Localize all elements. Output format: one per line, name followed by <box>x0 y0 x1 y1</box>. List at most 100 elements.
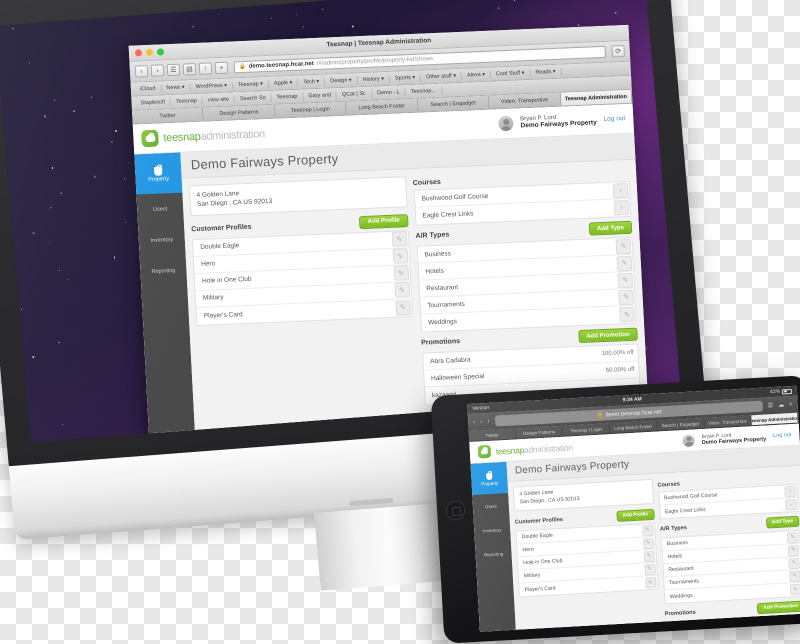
bookmark-item[interactable]: QCat | St. <box>336 89 373 99</box>
bookmark-item[interactable]: Demo - L <box>371 87 406 98</box>
reader-icon[interactable]: ▤ <box>182 63 197 76</box>
maximize-window-icon[interactable] <box>156 48 165 56</box>
edit-icon[interactable]: ✎ <box>393 265 409 282</box>
logout-link[interactable]: Log out <box>773 432 792 439</box>
list-item-label: Hero <box>522 546 534 554</box>
courses-list: Bushwood Golf Course › Eagle Crest Links… <box>657 483 799 520</box>
edit-icon[interactable]: ✎ <box>619 306 635 323</box>
add-tab-icon[interactable]: + <box>789 401 793 407</box>
edit-icon[interactable]: ✎ <box>615 238 632 254</box>
minimize-window-icon[interactable] <box>145 48 154 57</box>
sidebar-item-inventory[interactable]: Inventory <box>138 224 186 257</box>
address-card: 4 Golden Lane San Diego , CA US 92013 <box>189 176 408 217</box>
sidebar-item-label: Reporting <box>483 550 504 557</box>
brand-primary: teesnap <box>163 130 201 144</box>
forward-icon[interactable]: › <box>480 419 482 425</box>
bookmark-item[interactable]: Reads ▾ <box>530 67 562 77</box>
sidebar-item-property[interactable]: Property <box>470 462 509 495</box>
edit-icon[interactable]: ✎ <box>787 544 800 556</box>
bookmark-item[interactable]: WordPress ▾ <box>190 80 234 91</box>
icloud-tabs-icon[interactable]: ☁ <box>778 401 784 408</box>
edit-icon[interactable]: ✎ <box>644 576 657 589</box>
content-columns: 4 Golden Lane San Diego , CA US 92013 Cu… <box>182 160 649 423</box>
edit-icon[interactable]: ✎ <box>618 289 635 305</box>
add-type-button[interactable]: Add Type <box>588 220 633 236</box>
share-icon[interactable]: ↑ <box>198 62 213 75</box>
chevron-right-icon[interactable]: › <box>784 485 796 498</box>
forward-icon[interactable]: › <box>150 64 165 77</box>
bookmark-item[interactable]: History ▾ <box>357 74 391 84</box>
window-traffic-lights[interactable] <box>134 48 165 57</box>
close-window-icon[interactable] <box>134 49 143 57</box>
sidebar-item-label: Users <box>152 205 168 213</box>
sidebar-icon[interactable]: ☰ <box>768 402 774 409</box>
bookmark-item[interactable]: view site <box>202 94 236 105</box>
bookmark-item[interactable]: Teesnap... <box>405 86 443 96</box>
share-icon[interactable]: ↑ <box>487 418 490 424</box>
edit-icon[interactable]: ✎ <box>391 231 408 248</box>
bookmark-item[interactable]: Teesnap <box>170 96 204 106</box>
add-profile-button[interactable]: Add Profile <box>616 508 655 523</box>
chevron-right-icon[interactable]: › <box>612 182 629 199</box>
bookmark-item[interactable]: News ▾ <box>161 82 191 92</box>
edit-icon[interactable]: ✎ <box>394 299 411 316</box>
customer-profiles-list: Double Eagle ✎ Hero ✎ Hole in One Club ✎… <box>515 522 659 598</box>
sidebar-item-inventory[interactable]: Inventory <box>474 517 511 543</box>
chevron-right-icon[interactable]: › <box>613 199 630 216</box>
sidebar-item-label: Property <box>148 176 170 184</box>
add-type-button[interactable]: Add Type <box>765 515 800 529</box>
edit-icon[interactable]: ✎ <box>616 255 633 271</box>
bookmark-item[interactable]: Sports ▾ <box>389 73 422 83</box>
sidebar-icon[interactable]: ☰ <box>166 63 181 77</box>
sidebar-item-reporting[interactable]: Reporting <box>475 541 512 567</box>
sidebar-item-users[interactable]: Users <box>472 493 509 519</box>
bookmark-item[interactable]: Alexa ▾ <box>461 70 492 80</box>
bookmark-item[interactable]: Tech ▾ <box>298 77 326 87</box>
section-title: Courses <box>412 178 441 187</box>
edit-icon[interactable]: ✎ <box>641 524 654 537</box>
add-tab-icon[interactable]: + <box>214 61 229 75</box>
sidebar-item-label: Inventory <box>150 236 174 244</box>
bookmark-item[interactable]: Apple ▾ <box>268 78 299 88</box>
edit-icon[interactable]: ✎ <box>788 557 800 569</box>
edit-icon[interactable]: ✎ <box>643 550 655 563</box>
add-promotion-button[interactable]: Add Promotion <box>577 327 638 344</box>
bookmark-item[interactable]: Gary and <box>303 90 338 100</box>
bookmark-item[interactable]: Search So <box>234 93 272 103</box>
back-icon[interactable]: ‹ <box>134 65 149 78</box>
sidebar-item-users[interactable]: Users <box>136 193 184 226</box>
bookmark-item[interactable]: Teesnap <box>271 92 304 102</box>
list-item-label: Double Eagle <box>521 532 553 541</box>
reload-icon[interactable]: ⟳ <box>611 45 626 58</box>
bookmark-item[interactable]: Teesnap ▾ <box>232 79 270 89</box>
edit-icon[interactable]: ✎ <box>643 563 656 576</box>
battery-icon <box>781 388 793 395</box>
add-promotion-button[interactable]: Add Promotion <box>757 600 800 615</box>
edit-icon[interactable]: ✎ <box>788 570 800 582</box>
add-profile-button[interactable]: Add Profile <box>359 214 409 230</box>
back-icon[interactable]: ‹ <box>473 419 475 425</box>
edit-icon[interactable]: ✎ <box>617 272 634 288</box>
sidebar-item-label: Property <box>481 480 499 487</box>
bookmark-item[interactable]: Design ▾ <box>324 75 358 86</box>
edit-icon[interactable]: ✎ <box>392 248 408 265</box>
edit-icon[interactable]: ✎ <box>393 282 410 299</box>
url-host: demo.teesnap.hcar.net <box>605 408 662 418</box>
customer-profiles-list: Double Eagle ✎ Hero ✎ Hole in One Club ✎… <box>191 230 413 326</box>
bookmark-item[interactable]: Other stuff ▾ <box>420 71 463 82</box>
ar-types-list: Business ✎ Hotels ✎ Restaurant ✎ Tournam… <box>416 236 638 333</box>
edit-icon[interactable]: ✎ <box>642 537 655 550</box>
chevron-right-icon[interactable]: › <box>784 498 797 511</box>
product-mockup-scene: Teesnap | Teesnap Administration ‹ › ☰ ▤… <box>0 0 800 644</box>
bookmark-item[interactable]: Staplesoft <box>135 97 172 108</box>
safari-browser-window[interactable]: Teesnap | Teesnap Administration ‹ › ☰ ▤… <box>128 24 649 434</box>
sidebar-item-property[interactable]: Property <box>134 152 183 195</box>
logout-link[interactable]: Log out <box>603 115 625 123</box>
list-item-label: Halloween Special <box>430 372 485 382</box>
edit-icon[interactable]: ✎ <box>789 583 800 596</box>
sidebar-item-label: Inventory <box>482 526 502 533</box>
bookmark-item[interactable]: iCloud <box>134 83 162 94</box>
edit-icon[interactable]: ✎ <box>786 531 799 543</box>
bookmark-item[interactable]: Cool Stuff ▾ <box>490 68 531 79</box>
sidebar-item-reporting[interactable]: Reporting <box>140 255 188 288</box>
